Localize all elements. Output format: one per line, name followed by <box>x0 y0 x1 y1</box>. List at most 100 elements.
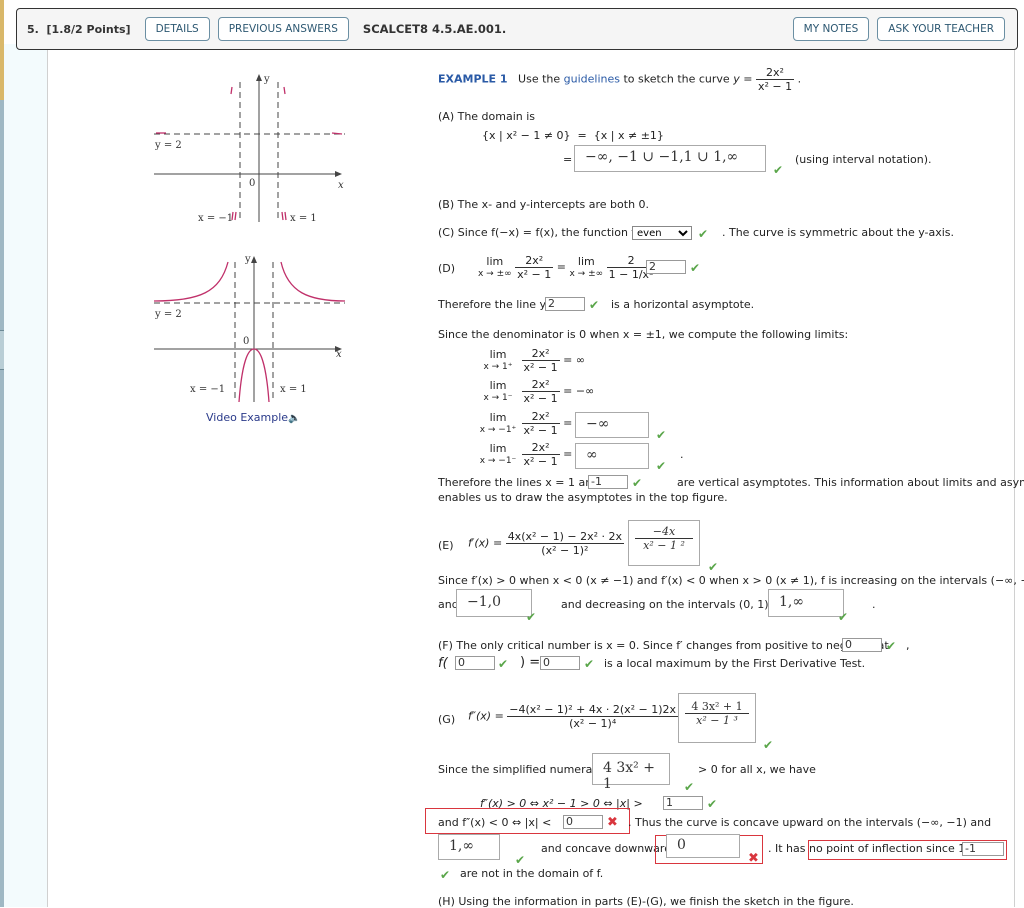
domain-answer[interactable]: −∞, −1 ∪ −1,1 ∪ 1,∞ <box>574 145 766 172</box>
f-value-input[interactable]: 0 <box>540 656 580 670</box>
part-f-text: (F) The only critical number is x = 0. S… <box>438 639 889 652</box>
domain-note: are not in the domain of f. <box>460 867 604 880</box>
example-title: EXAMPLE 1 <box>438 72 508 86</box>
increasing-text: Since f′(x) > 0 when x < 0 (x ≠ −1) and … <box>438 574 1024 587</box>
check-icon: ✔ <box>515 853 526 867</box>
video-example-label[interactable]: Video Example <box>206 411 288 424</box>
comma: , <box>906 639 910 652</box>
h-asymptote-label: y = 2 <box>154 309 182 320</box>
video-example-link[interactable]: Video Example🔈 <box>206 411 301 424</box>
abs-x-greater-input[interactable]: 1 <box>663 796 703 810</box>
function-fraction: 2x² x² − 1 <box>755 66 795 93</box>
y-axis-arrow <box>256 74 262 81</box>
cross-icon: ✖ <box>748 851 759 866</box>
v-asymptote-right-label: x = 1 <box>280 384 307 395</box>
cross-icon: ✖ <box>607 815 618 830</box>
abs-x-less-input[interactable]: 0 <box>563 815 603 829</box>
asymptotes-figure: 0 y x y = 2 x = −1 x = 1 <box>154 74 345 224</box>
check-icon: ✔ <box>440 868 451 882</box>
origin-label: 0 <box>243 336 249 347</box>
part-e-label: (E) <box>438 539 454 552</box>
limit-row: lim x → −1⁻ 2x² x² − 1 = <box>479 441 573 468</box>
previous-answers-button[interactable]: PREVIOUS ANSWERS <box>217 17 349 41</box>
check-icon: ✔ <box>763 738 774 752</box>
numerator-text: Since the simplified numerator, <box>438 763 612 776</box>
interval-notation-note: (using interval notation). <box>795 153 932 166</box>
horizontal-asymptote-post: is a horizontal asymptote. <box>611 298 755 311</box>
numerator-answer[interactable]: 4 3x² + 1 <box>592 753 670 792</box>
parity-select[interactable]: even <box>632 226 692 240</box>
part-g-label: (G) <box>438 713 456 726</box>
check-icon: ✔ <box>589 298 600 312</box>
vertical-asymptote-input[interactable]: -1 <box>588 475 628 489</box>
check-icon: ✔ <box>698 227 709 241</box>
y-equals: y = <box>733 72 753 86</box>
intro-text-pre: Use the <box>518 72 561 86</box>
y-axis-label: y <box>244 254 251 265</box>
limit-answer-input[interactable]: 2 <box>646 260 686 274</box>
check-icon: ✔ <box>838 610 849 624</box>
curve-right-branch <box>280 261 346 302</box>
fprime-answer[interactable]: −4x x² − 1 ² <box>628 520 700 566</box>
check-icon: ✔ <box>584 657 595 671</box>
f-argument-input[interactable]: 0 <box>455 656 495 670</box>
h-asymptote-label: y = 2 <box>154 140 182 151</box>
concave-up-text: . Thus the curve is concave upward on th… <box>628 816 992 829</box>
critical-point-input[interactable]: 0 <box>842 638 882 652</box>
period: . <box>872 598 876 611</box>
decreasing-text: and decreasing on the intervals (0, 1) a… <box>561 598 793 611</box>
fdoubleprime-answer[interactable]: 4 3x² + 1 x² − 1 ³ <box>678 693 756 743</box>
f-close-paren: ) = <box>520 655 541 670</box>
horizontal-asymptote-text: Therefore the line y = <box>438 298 559 311</box>
check-icon: ✔ <box>707 797 718 811</box>
check-icon: ✔ <box>656 459 667 473</box>
limit-row: lim x → 1⁻ 2x² x² − 1 = −∞ <box>483 378 595 405</box>
concave-down-condition: and f″(x) < 0 ⇔ |x| < <box>438 816 552 829</box>
vertical-asymptote-post: are vertical asymptotes. This informatio… <box>677 476 1024 489</box>
domain-set: {x | x² − 1 ≠ 0} = {x | x ≠ ±1} <box>482 129 664 142</box>
y-axis-arrow <box>251 256 257 263</box>
symmetry-text: . The curve is symmetric about the y-axi… <box>722 226 955 239</box>
speaker-icon: 🔈 <box>288 413 301 424</box>
check-icon: ✔ <box>498 657 509 671</box>
curve-hints <box>156 86 343 221</box>
period: . <box>680 448 684 461</box>
inflection-input[interactable]: -1 <box>962 842 1004 856</box>
x-axis-label: x <box>336 349 342 360</box>
limit-expression: lim x → ±∞ 2x² x² − 1 = lim x → ±∞ 21 − 1/x… <box>478 254 668 281</box>
f-open-paren: f( <box>438 656 448 671</box>
concave-down-answer[interactable]: 0 <box>666 834 740 858</box>
vertical-asymptote-line2: enables us to draw the asymptotes in the… <box>438 491 728 504</box>
details-button[interactable]: DETAILS <box>144 17 210 41</box>
limit-row: lim x → −1⁺ 2x² x² − 1 = <box>479 410 573 437</box>
limit-answer[interactable]: −∞ <box>575 412 649 438</box>
increasing-answer[interactable]: −1,0 <box>456 589 532 617</box>
part-b-text: (B) The x- and y-intercepts are both 0. <box>438 198 650 211</box>
check-icon: ✔ <box>632 476 643 490</box>
guidelines-link[interactable]: guidelines <box>564 73 620 86</box>
part-c-text: (C) Since f(−x) = f(x), the function f i… <box>438 226 648 239</box>
v-asymptote-left-label: x = −1 <box>198 213 233 224</box>
my-notes-button[interactable]: MY NOTES <box>792 17 870 41</box>
denominator-text: Since the denominator is 0 when x = ±1, … <box>438 328 849 341</box>
part-a-label: (A) The domain is <box>438 110 536 123</box>
part-d-label: (D) <box>438 262 456 275</box>
v-asymptote-right-label: x = 1 <box>290 213 317 224</box>
limit-answer[interactable]: ∞ <box>575 443 649 469</box>
part-h-text: (H) Using the information in parts (E)-(… <box>438 895 854 908</box>
horizontal-asymptote-input[interactable]: 2 <box>545 297 585 311</box>
ask-teacher-button[interactable]: ASK YOUR TEACHER <box>877 17 1005 41</box>
origin-label: 0 <box>249 178 255 189</box>
y-axis-label: y <box>263 74 270 85</box>
example-heading: EXAMPLE 1 Use the guidelines to sketch t… <box>438 66 802 93</box>
fdoubleprime-expression: f″(x) = −4(x² − 1)² + 4x · 2(x² − 1)2x (x… <box>468 703 691 730</box>
decreasing-answer[interactable]: 1,∞ <box>768 589 844 617</box>
limit-row: lim x → 1⁺ 2x² x² − 1 = ∞ <box>483 347 586 374</box>
left-margin-pane <box>4 44 48 907</box>
check-icon: ✔ <box>656 428 667 442</box>
check-icon: ✔ <box>886 639 897 653</box>
curve-left-branch <box>153 261 229 302</box>
x-axis-arrow <box>335 171 342 177</box>
concave-up-answer[interactable]: 1,∞ <box>438 834 500 860</box>
v-asymptote-left-label: x = −1 <box>190 384 225 395</box>
